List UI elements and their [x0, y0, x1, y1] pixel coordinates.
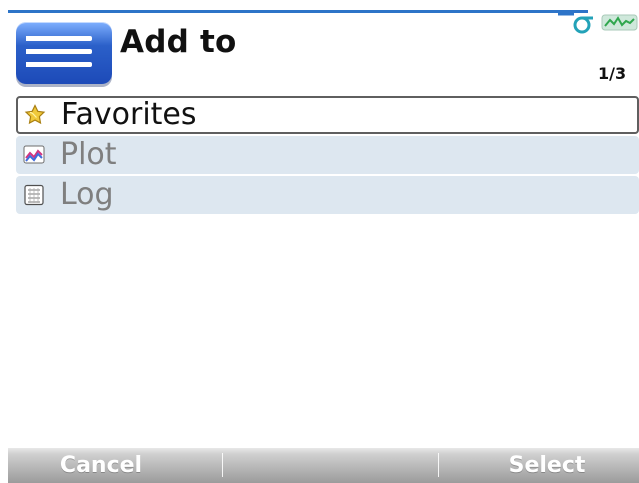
softkey-divider-right	[438, 453, 439, 477]
top-accent-line	[8, 10, 588, 13]
list-item-label-favorites: Favorites	[61, 97, 197, 132]
list-menu-icon	[16, 22, 112, 84]
list-item-plot[interactable]: Plot	[16, 136, 639, 174]
list-item-favorites[interactable]: Favorites	[16, 96, 639, 134]
status-graphic-icon	[558, 12, 638, 34]
page-title: Add to	[120, 24, 237, 60]
add-to-list: Favorites Plot Log	[16, 96, 639, 216]
favorites-icon	[24, 104, 46, 125]
softkey-divider-left	[222, 453, 223, 477]
list-item-label-plot: Plot	[60, 137, 117, 172]
add-to-screen: Add to 1/3 Favorites Plot Log Cancel Sel…	[8, 10, 639, 483]
log-icon	[24, 184, 44, 206]
cancel-button[interactable]: Cancel	[32, 449, 170, 482]
page-counter: 1/3	[598, 64, 627, 83]
list-item-label-log: Log	[60, 177, 114, 212]
list-item-log[interactable]: Log	[16, 176, 639, 214]
plot-icon	[23, 145, 45, 164]
softkey-bar: Cancel Select	[8, 448, 639, 483]
select-button[interactable]: Select	[478, 449, 616, 482]
